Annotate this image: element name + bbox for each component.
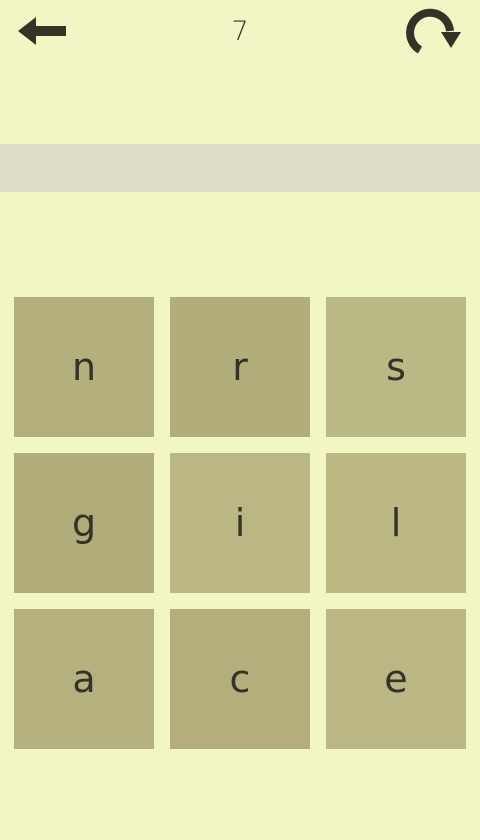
tile-letter: g	[71, 501, 97, 545]
letter-tile[interactable]: r	[170, 297, 310, 437]
arrow-left-icon	[14, 14, 68, 52]
tile-letter: c	[229, 657, 251, 701]
tile-letter: a	[72, 657, 96, 701]
redo-icon	[404, 8, 466, 64]
tile-letter: i	[234, 501, 246, 545]
tile-letter: e	[384, 657, 408, 701]
restart-button[interactable]	[404, 6, 466, 60]
move-counter: 7	[231, 16, 249, 47]
tile-letter: l	[390, 501, 402, 545]
top-bar: 7	[0, 0, 480, 66]
letter-tile[interactable]: s	[326, 297, 466, 437]
letter-tile[interactable]: l	[326, 453, 466, 593]
back-button[interactable]	[14, 12, 74, 54]
tile-letter: n	[71, 345, 97, 389]
letter-tile[interactable]: e	[326, 609, 466, 749]
letter-grid: n r s g i l a c e	[14, 297, 466, 749]
tile-letter: r	[232, 345, 248, 389]
letter-tile[interactable]: i	[170, 453, 310, 593]
letter-tile[interactable]: a	[14, 609, 154, 749]
letter-tile[interactable]: n	[14, 297, 154, 437]
tile-letter: s	[386, 345, 406, 389]
letter-tile[interactable]: g	[14, 453, 154, 593]
answer-bar	[0, 144, 480, 192]
letter-tile[interactable]: c	[170, 609, 310, 749]
